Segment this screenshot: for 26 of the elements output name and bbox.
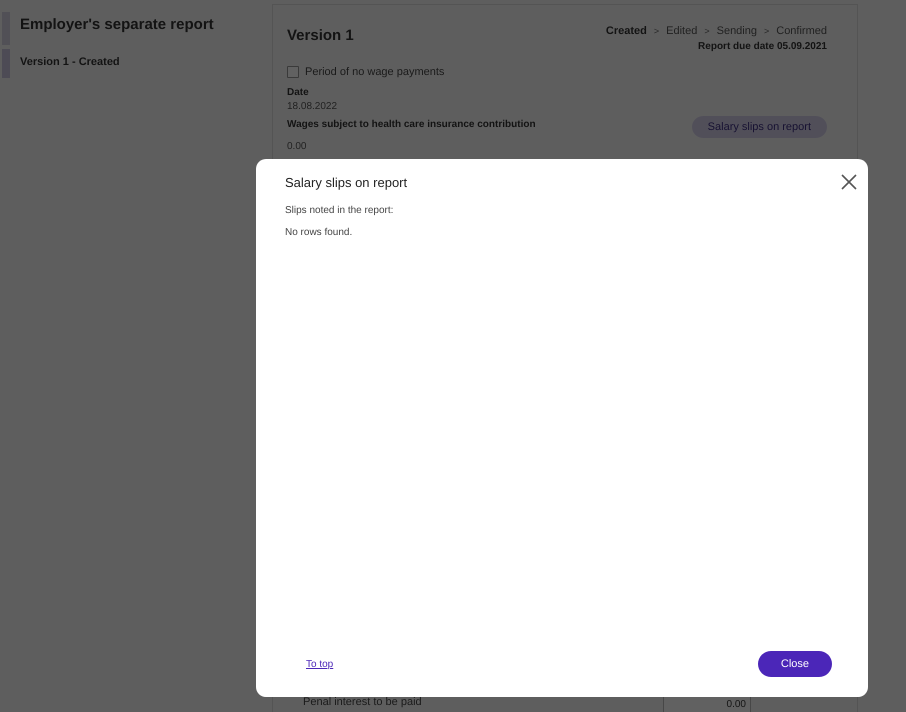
close-icon[interactable]	[840, 173, 858, 191]
close-button[interactable]: Close	[758, 651, 832, 677]
field-label: Wages subject to health care insurance contribution	[287, 119, 536, 130]
step-separator: >	[654, 26, 660, 36]
dialog-title: Salary slips on report	[285, 175, 408, 190]
input-field[interactable]: 0.00	[663, 696, 751, 712]
field-value: 18.08.2022	[287, 101, 338, 112]
status-step: Edited	[666, 25, 698, 37]
status-step: Created	[606, 25, 647, 37]
checkbox[interactable]	[287, 66, 299, 78]
status-step: Confirmed	[776, 25, 827, 37]
field-label: Date	[287, 87, 310, 98]
to-top-link[interactable]: To top	[306, 658, 334, 670]
checkbox-label: Period of no wage payments	[305, 66, 444, 78]
field-value: 0.00	[287, 141, 308, 152]
due-date: Report due date 05.09.2021	[698, 41, 827, 52]
empty-message: No rows found.	[285, 227, 354, 238]
sidebar-item[interactable]: Version 1 - Created	[10, 49, 130, 78]
status-step: Sending	[716, 25, 757, 37]
sidebar-title: Employer's separate report	[19, 15, 215, 35]
step-separator: >	[764, 26, 770, 36]
salary-slips-button[interactable]: Salary slips on report	[692, 116, 827, 138]
field-label: Penal interest to be paid	[303, 696, 423, 708]
version-title: Version 1	[287, 27, 354, 46]
step-separator: >	[704, 26, 710, 36]
dialog-subtitle: Slips noted in the report:	[285, 205, 394, 216]
